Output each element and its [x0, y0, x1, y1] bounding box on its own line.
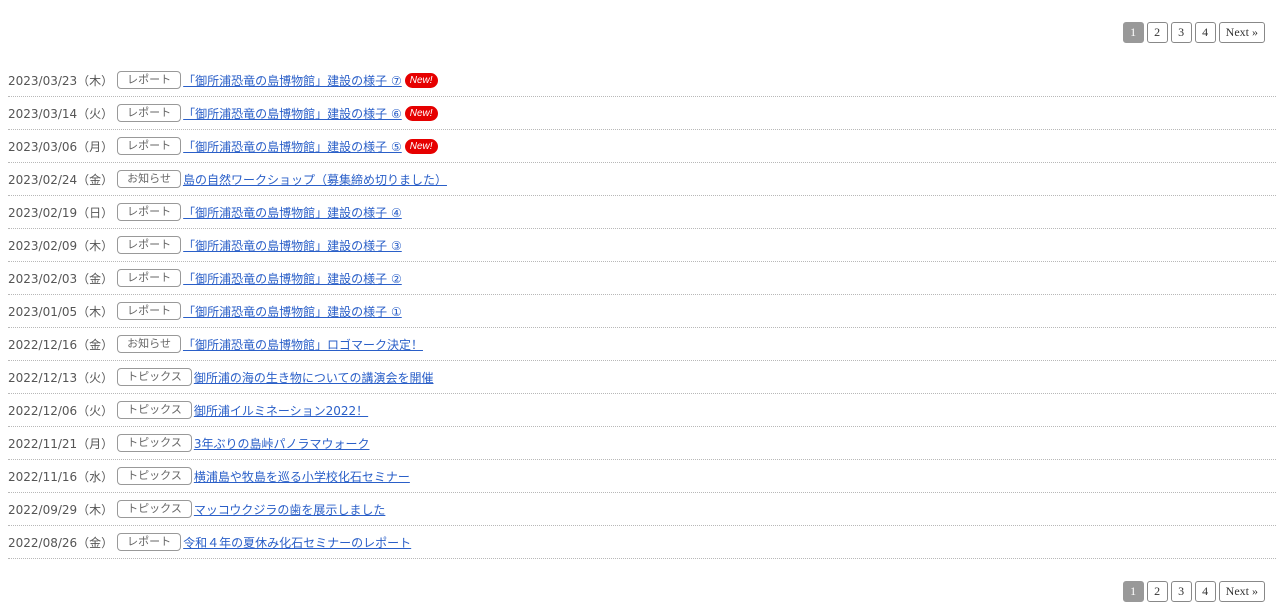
news-list: 2023/03/23（木） レポート 「御所浦恐竜の島博物館」建設の様子 ⑦ New!…: [8, 64, 1276, 559]
category-badge: レポート: [117, 203, 182, 221]
page-2-button[interactable]: 2: [1146, 22, 1168, 43]
news-item: 2022/09/29（木） トピックス マッコウクジラの歯を展示しました: [8, 493, 1276, 526]
news-item: 2023/02/03（金） レポート 「御所浦恐竜の島博物館」建設の様子 ②: [8, 262, 1276, 295]
category-badge: レポート: [117, 269, 182, 287]
category-badge: レポート: [117, 302, 182, 320]
page-1-button[interactable]: 1: [1122, 22, 1144, 43]
news-item: 2022/12/06（火） トピックス 御所浦イルミネーション2022！: [8, 394, 1276, 427]
category-badge: レポート: [117, 104, 182, 122]
next-page-button[interactable]: Next »: [1218, 22, 1265, 43]
news-date: 2022/11/16（水）: [8, 469, 114, 484]
news-item: 2023/03/06（月） レポート 「御所浦恐竜の島博物館」建設の様子 ⑤ New!: [8, 130, 1276, 163]
news-title-link[interactable]: マッコウクジラの歯を展示しました: [194, 501, 386, 518]
category-badge: トピックス: [117, 368, 192, 386]
page-3-button[interactable]: 3: [1170, 581, 1192, 602]
news-title-link[interactable]: 「御所浦恐竜の島博物館」建設の様子 ②: [183, 270, 402, 287]
news-date: 2023/03/14（火）: [8, 106, 114, 121]
news-date: 2023/03/06（月）: [8, 139, 114, 154]
news-date: 2022/11/21（月）: [8, 436, 114, 451]
page-1-button[interactable]: 1: [1122, 581, 1144, 602]
news-item: 2022/11/21（月） トピックス 3年ぶりの島峠パノラマウォーク: [8, 427, 1276, 460]
category-badge: トピックス: [117, 467, 192, 485]
news-date: 2023/02/19（日）: [8, 205, 114, 220]
news-item: 2022/12/16（金） お知らせ 「御所浦恐竜の島博物館」ロゴマーク決定！: [8, 328, 1276, 361]
news-date: 2023/02/24（金）: [8, 172, 114, 187]
news-title-link[interactable]: 御所浦イルミネーション2022！: [194, 402, 368, 419]
category-badge: レポート: [117, 533, 182, 551]
category-badge: お知らせ: [117, 335, 181, 353]
news-title-link[interactable]: 横浦島や牧島を巡る小学校化石セミナー: [194, 468, 410, 485]
new-badge: New!: [404, 72, 438, 88]
news-title-link[interactable]: 「御所浦恐竜の島博物館」建設の様子 ⑤: [183, 138, 402, 155]
news-item: 2023/02/24（金） お知らせ 島の自然ワークショップ（募集締め切りました）: [8, 163, 1276, 196]
page-4-button[interactable]: 4: [1194, 22, 1216, 43]
category-badge: トピックス: [117, 500, 192, 518]
news-date: 2022/12/13（火）: [8, 370, 114, 385]
news-item: 2023/03/14（火） レポート 「御所浦恐竜の島博物館」建設の様子 ⑥ New!: [8, 97, 1276, 130]
category-badge: トピックス: [117, 401, 192, 419]
news-title-link[interactable]: 「御所浦恐竜の島博物館」建設の様子 ⑥: [183, 105, 402, 122]
next-page-button[interactable]: Next »: [1218, 581, 1265, 602]
category-badge: レポート: [117, 71, 182, 89]
page-3-button[interactable]: 3: [1170, 22, 1192, 43]
news-date: 2023/02/09（木）: [8, 238, 114, 253]
news-date: 2022/12/06（火）: [8, 403, 114, 418]
news-item: 2022/11/16（水） トピックス 横浦島や牧島を巡る小学校化石セミナー: [8, 460, 1276, 493]
news-title-link[interactable]: 御所浦の海の生き物についての講演会を開催: [194, 369, 434, 386]
news-title-link[interactable]: 「御所浦恐竜の島博物館」建設の様子 ③: [183, 237, 402, 254]
news-title-link[interactable]: 3年ぶりの島峠パノラマウォーク: [194, 435, 370, 452]
news-date: 2023/02/03（金）: [8, 271, 114, 286]
news-title-link[interactable]: 「御所浦恐竜の島博物館」建設の様子 ⑦: [183, 72, 402, 89]
pagination-bottom: 1 2 3 4 Next »: [1122, 581, 1265, 602]
category-badge: レポート: [117, 137, 182, 155]
news-item: 2023/03/23（木） レポート 「御所浦恐竜の島博物館」建設の様子 ⑦ New!: [8, 64, 1276, 97]
news-date: 2022/12/16（金）: [8, 337, 114, 352]
category-badge: お知らせ: [117, 170, 181, 188]
category-badge: トピックス: [117, 434, 192, 452]
news-item: 2022/08/26（金） レポート 令和４年の夏休み化石セミナーのレポート: [8, 526, 1276, 559]
news-item: 2022/12/13（火） トピックス 御所浦の海の生き物についての講演会を開催: [8, 361, 1276, 394]
news-title-link[interactable]: 島の自然ワークショップ（募集締め切りました）: [183, 171, 447, 188]
news-item: 2023/02/09（木） レポート 「御所浦恐竜の島博物館」建設の様子 ③: [8, 229, 1276, 262]
news-title-link[interactable]: 「御所浦恐竜の島博物館」建設の様子 ①: [183, 303, 402, 320]
pagination-top: 1 2 3 4 Next »: [1122, 22, 1265, 43]
news-item: 2023/01/05（木） レポート 「御所浦恐竜の島博物館」建設の様子 ①: [8, 295, 1276, 328]
page-2-button[interactable]: 2: [1146, 581, 1168, 602]
news-title-link[interactable]: 令和４年の夏休み化石セミナーのレポート: [183, 534, 411, 551]
page-4-button[interactable]: 4: [1194, 581, 1216, 602]
news-title-link[interactable]: 「御所浦恐竜の島博物館」ロゴマーク決定！: [183, 336, 423, 353]
news-date: 2023/03/23（木）: [8, 73, 114, 88]
news-date: 2023/01/05（木）: [8, 304, 114, 319]
new-badge: New!: [404, 105, 438, 121]
news-title-link[interactable]: 「御所浦恐竜の島博物館」建設の様子 ④: [183, 204, 402, 221]
news-date: 2022/08/26（金）: [8, 535, 114, 550]
new-badge: New!: [404, 138, 438, 154]
news-date: 2022/09/29（木）: [8, 502, 114, 517]
category-badge: レポート: [117, 236, 182, 254]
news-item: 2023/02/19（日） レポート 「御所浦恐竜の島博物館」建設の様子 ④: [8, 196, 1276, 229]
